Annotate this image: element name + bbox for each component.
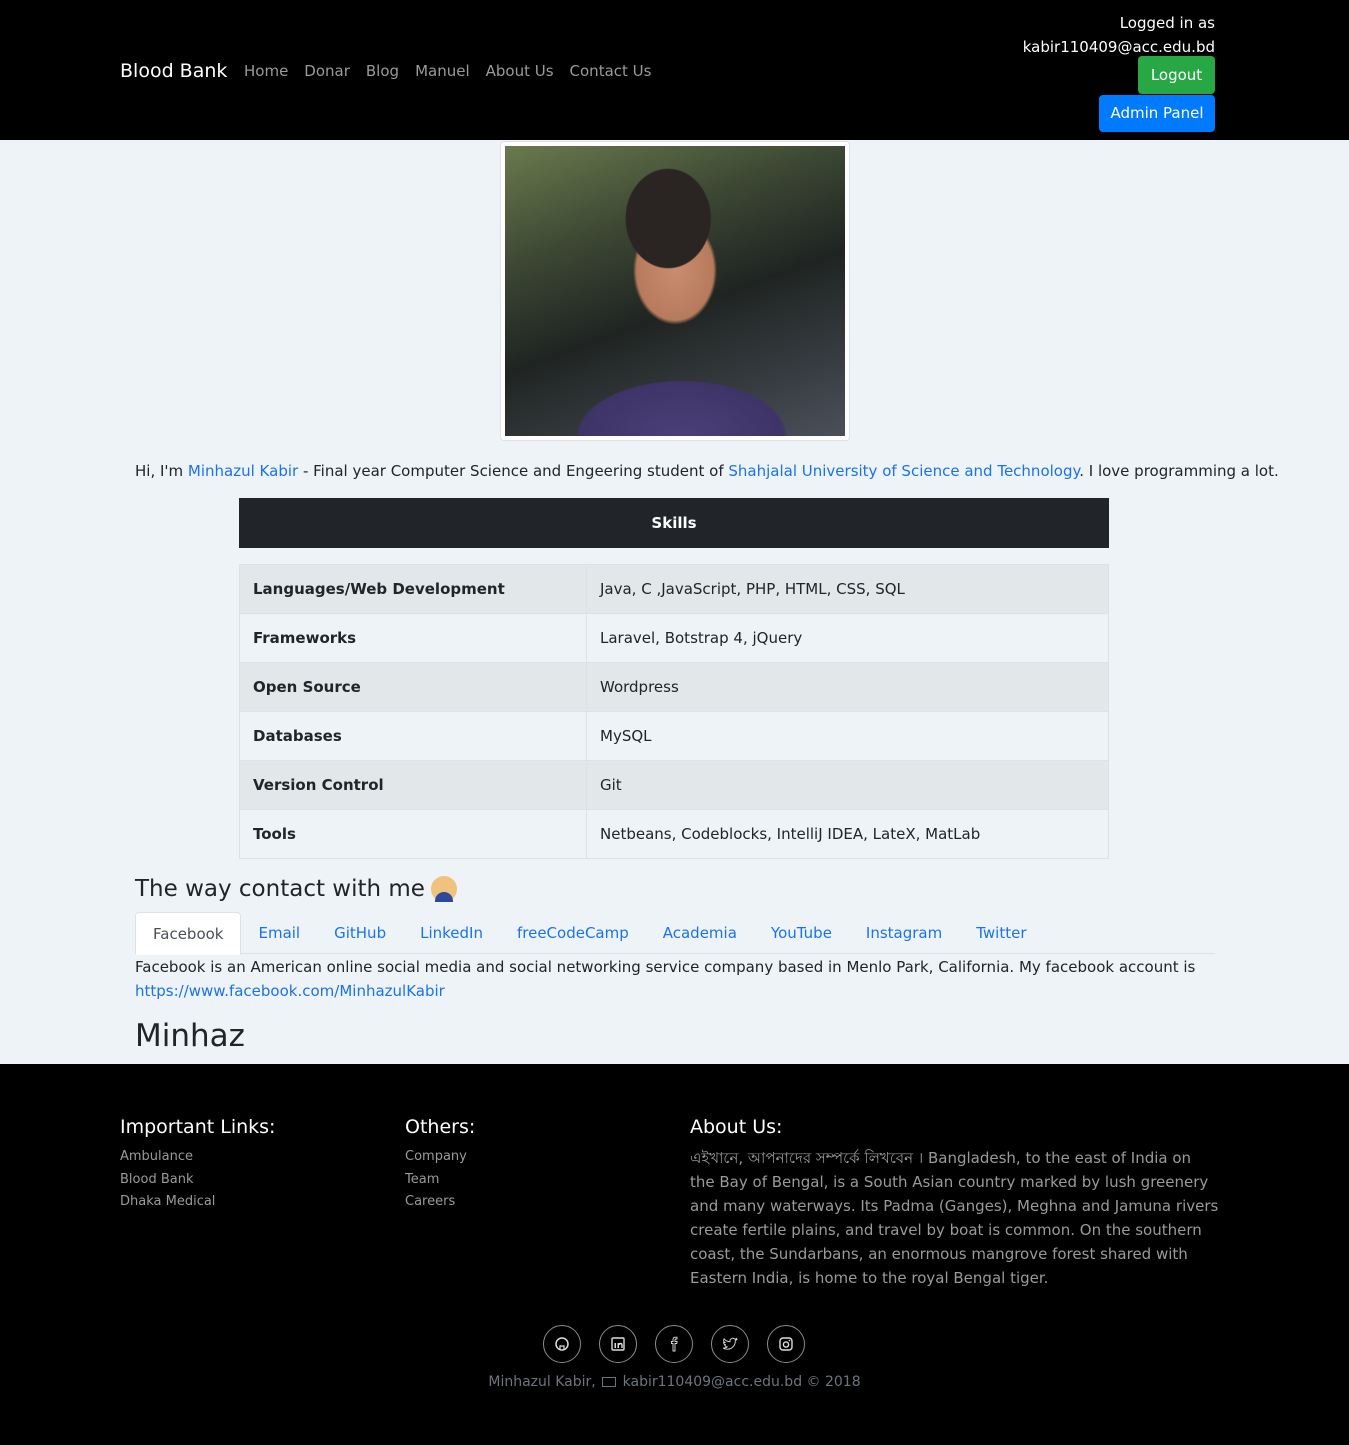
tab-twitter[interactable]: Twitter	[959, 912, 1043, 954]
tab-github[interactable]: GitHub	[317, 912, 403, 954]
facebook-profile-link[interactable]: https://www.facebook.com/MinhazulKabir	[135, 982, 445, 1000]
tab-facebook[interactable]: Facebook	[135, 912, 242, 955]
logout-button[interactable]: Logout	[1138, 56, 1215, 94]
tab-content-text: Facebook is an American online social me…	[135, 958, 1196, 976]
university-link[interactable]: Shahjalal University of Science and Tech…	[728, 462, 1079, 480]
copyright-year: © 2018	[806, 1374, 861, 1390]
skill-value: Git	[586, 760, 1109, 810]
intro-middle: - Final year Computer Science and Engeer…	[298, 462, 729, 480]
waving-person-icon	[430, 876, 457, 902]
intro-prefix: Hi, I'm	[135, 462, 188, 480]
tab-freecodecamp[interactable]: freeCodeCamp	[500, 912, 646, 954]
footer-others: Others: Company Team Careers	[405, 1116, 475, 1214]
nav-donar[interactable]: Donar	[304, 62, 350, 80]
footer-link-dhaka-medical[interactable]: Dhaka Medical	[120, 1191, 275, 1214]
copyright: Minhazul Kabir, kabir110409@acc.edu.bd ©…	[0, 1374, 1349, 1390]
table-row: Tools Netbeans, Codeblocks, IntelliJ IDEA…	[239, 809, 1109, 859]
nav-about-us[interactable]: About Us	[486, 62, 554, 80]
contact-heading-text: The way contact with me	[135, 876, 425, 902]
nav-blog[interactable]: Blog	[366, 62, 399, 80]
table-row: Databases MySQL	[239, 711, 1109, 761]
footer-about-text: এইখানে, আপনাদের সম্পর্কে লিখবেন । Bangla…	[690, 1149, 1219, 1287]
profile-image-frame	[500, 141, 850, 441]
footer-important-title: Important Links:	[120, 1116, 276, 1138]
skills-table: Languages/Web Development Java, C ,JavaSc…	[239, 564, 1109, 859]
table-row: Open Source Wordpress	[239, 662, 1109, 712]
contact-heading: The way contact with me	[135, 876, 457, 902]
facebook-icon[interactable]	[655, 1325, 693, 1363]
name-link[interactable]: Minhazul Kabir	[188, 462, 298, 480]
skill-key: Version Control	[239, 760, 587, 810]
footer-others-title: Others:	[405, 1116, 476, 1138]
brand-link[interactable]: Blood Bank	[120, 60, 227, 82]
footer-link-blood-bank[interactable]: Blood Bank	[120, 1169, 275, 1192]
footer-link-team[interactable]: Team	[405, 1169, 475, 1192]
nav-contact-us[interactable]: Contact Us	[570, 62, 652, 80]
linkedin-icon[interactable]	[599, 1325, 637, 1363]
tab-email[interactable]: Email	[241, 912, 317, 954]
skill-value: Wordpress	[586, 662, 1109, 712]
table-row: Languages/Web Development Java, C ,JavaSc…	[239, 564, 1109, 614]
social-links	[543, 1325, 805, 1363]
copyright-email: kabir110409@acc.edu.bd	[622, 1374, 803, 1390]
nav-links: Home Donar Blog Manuel About Us Contact …	[244, 62, 667, 80]
tab-academia[interactable]: Academia	[646, 912, 754, 954]
table-row: Version Control Git	[239, 760, 1109, 810]
contact-tabs: Facebook Email GitHub LinkedIn freeCodeC…	[135, 912, 1215, 955]
nav-manuel[interactable]: Manuel	[415, 62, 470, 80]
instagram-icon[interactable]	[767, 1325, 805, 1363]
intro-suffix: . I love programming a lot.	[1079, 462, 1279, 480]
github-icon[interactable]	[543, 1325, 581, 1363]
skill-value: MySQL	[586, 711, 1109, 761]
footer-link-careers[interactable]: Careers	[405, 1191, 475, 1214]
footer-link-ambulance[interactable]: Ambulance	[120, 1146, 275, 1169]
profile-photo	[505, 146, 845, 436]
tab-instagram[interactable]: Instagram	[849, 912, 959, 954]
navbar: Blood Bank Home Donar Blog Manuel About …	[0, 0, 1349, 140]
skill-key: Databases	[239, 711, 587, 761]
footer-link-company[interactable]: Company	[405, 1146, 475, 1169]
tab-content: Facebook is an American online social me…	[135, 955, 1215, 1003]
skill-key: Open Source	[239, 662, 587, 712]
skill-key: Frameworks	[239, 613, 587, 663]
table-row: Frameworks Laravel, Botstrap 4, jQuery	[239, 613, 1109, 663]
skill-value: Laravel, Botstrap 4, jQuery	[586, 613, 1109, 663]
footer-about-title: About Us:	[690, 1116, 783, 1138]
login-info: Logged in as kabir110409@acc.edu.bd	[1023, 11, 1215, 59]
name-heading: Minhaz	[135, 1018, 245, 1054]
skill-key: Languages/Web Development	[239, 564, 587, 614]
intro-text: Hi, I'm Minhazul Kabir - Final year Comp…	[135, 462, 1279, 480]
skills-header: Skills	[239, 498, 1109, 548]
tab-linkedin[interactable]: LinkedIn	[403, 912, 500, 954]
twitter-icon[interactable]	[711, 1325, 749, 1363]
skill-value: Java, C ,JavaScript, PHP, HTML, CSS, SQL	[586, 564, 1109, 614]
tab-youtube[interactable]: YouTube	[754, 912, 849, 954]
skill-key: Tools	[239, 809, 587, 859]
mail-icon	[602, 1377, 617, 1387]
admin-panel-button[interactable]: Admin Panel	[1099, 95, 1215, 132]
copyright-name: Minhazul Kabir,	[488, 1374, 596, 1390]
footer-about: About Us: এইখানে, আপনাদের সম্পর্কে লিখবে…	[690, 1116, 1220, 1290]
skill-value: Netbeans, Codeblocks, IntelliJ IDEA, Lat…	[586, 809, 1109, 859]
logged-in-label: Logged in as	[1119, 14, 1215, 32]
nav-home[interactable]: Home	[244, 62, 288, 80]
footer-important-links: Important Links: Ambulance Blood Bank Dh…	[120, 1116, 275, 1214]
